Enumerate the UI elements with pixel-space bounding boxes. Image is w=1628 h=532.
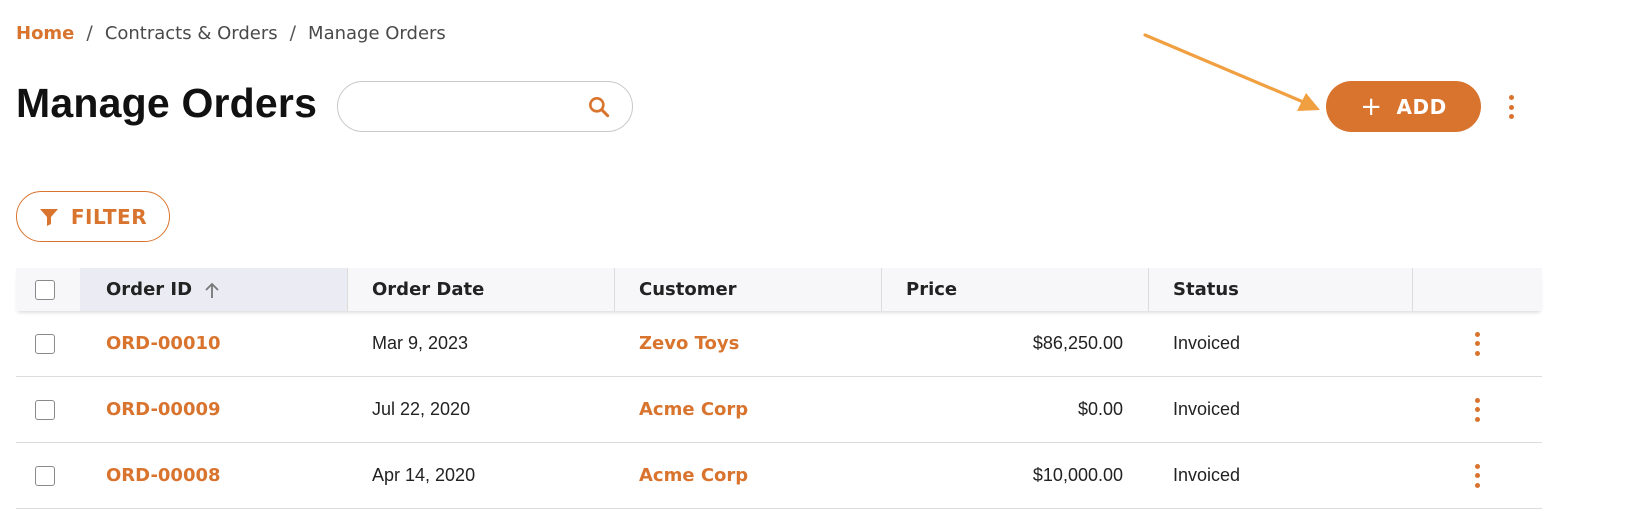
column-header-customer[interactable]: Customer (615, 268, 882, 311)
order-status: Invoiced (1173, 333, 1241, 353)
table-header: Order ID Order Date Customer Price Statu… (16, 268, 1542, 311)
order-date: Jul 22, 2020 (372, 399, 471, 419)
order-date: Apr 14, 2020 (372, 465, 476, 485)
filter-button-label: FILTER (70, 204, 148, 229)
column-header-label: Order ID (106, 279, 193, 300)
search-icon[interactable] (586, 94, 612, 120)
row-select-cell (16, 311, 80, 376)
filter-icon (39, 208, 58, 226)
order-status: Invoiced (1173, 399, 1241, 419)
row-actions-icon[interactable] (1474, 463, 1482, 488)
orders-table: Order ID Order Date Customer Price Statu… (16, 268, 1542, 509)
search-box[interactable] (337, 81, 633, 132)
row-checkbox[interactable] (35, 333, 55, 354)
column-header-label: Status (1173, 279, 1239, 300)
add-button[interactable]: + ADD (1326, 81, 1481, 132)
select-all-cell (16, 268, 80, 311)
column-header-order-id[interactable]: Order ID (80, 268, 348, 311)
column-header-order-date[interactable]: Order Date (348, 268, 615, 311)
sort-ascending-icon[interactable] (204, 281, 220, 299)
customer-link[interactable]: Acme Corp (639, 465, 748, 486)
column-header-label: Customer (639, 279, 737, 300)
column-header-label: Price (906, 279, 958, 300)
plus-icon: + (1360, 91, 1383, 122)
breadcrumb-separator: / (289, 22, 297, 44)
breadcrumb-separator: / (86, 22, 93, 44)
breadcrumb-current-page: Manage Orders (308, 22, 446, 44)
customer-link[interactable]: Acme Corp (639, 399, 748, 420)
page-title: Manage Orders (16, 80, 318, 126)
row-actions-icon[interactable] (1474, 331, 1482, 356)
order-id-link[interactable]: ORD-00008 (106, 465, 221, 486)
search-input[interactable] (356, 94, 576, 120)
filter-button[interactable]: FILTER (16, 191, 170, 242)
order-status: Invoiced (1173, 465, 1241, 485)
order-price: $0.00 (1077, 399, 1123, 419)
breadcrumb: Home / Contracts & Orders / Manage Order… (16, 21, 446, 45)
row-select-cell (16, 443, 80, 508)
row-actions-icon[interactable] (1474, 397, 1482, 422)
breadcrumb-home-link[interactable]: Home (16, 23, 74, 44)
table-row: ORD-00010 Mar 9, 2023 Zevo Toys $86,250.… (16, 311, 1542, 377)
row-checkbox[interactable] (35, 399, 55, 420)
order-id-link[interactable]: ORD-00009 (106, 399, 221, 420)
table-row: ORD-00009 Jul 22, 2020 Acme Corp $0.00 I… (16, 377, 1542, 443)
order-date: Mar 9, 2023 (372, 333, 469, 353)
annotation-arrow (1143, 33, 1320, 111)
column-header-price[interactable]: Price (882, 268, 1149, 311)
column-header-status[interactable]: Status (1149, 268, 1413, 311)
customer-link[interactable]: Zevo Toys (639, 333, 739, 354)
order-price: $10,000.00 (1032, 465, 1123, 485)
column-header-label: Order Date (372, 279, 485, 300)
row-select-cell (16, 377, 80, 442)
select-all-checkbox[interactable] (35, 279, 55, 300)
more-options-icon[interactable] (1507, 95, 1515, 119)
column-header-actions (1413, 268, 1542, 311)
row-checkbox[interactable] (35, 465, 55, 486)
breadcrumb-contracts-orders-link[interactable]: Contracts & Orders (105, 23, 278, 44)
add-button-label: ADD (1396, 94, 1447, 119)
table-row: ORD-00008 Apr 14, 2020 Acme Corp $10,000… (16, 443, 1542, 509)
order-price: $86,250.00 (1032, 333, 1123, 353)
order-id-link[interactable]: ORD-00010 (106, 333, 221, 354)
